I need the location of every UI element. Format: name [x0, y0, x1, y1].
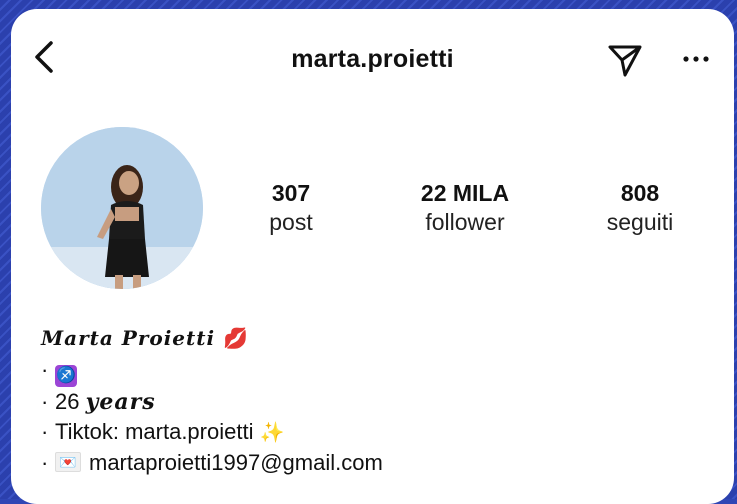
more-options-button[interactable] [678, 41, 718, 77]
profile-bio: Marta Proietti 💋 · ♐ · 26 years · Tiktok: m… [41, 321, 714, 477]
bullet: · [41, 389, 49, 414]
profile-card: marta.proietti 307 post 22 MILA follower… [11, 9, 734, 504]
age-word: years [85, 389, 156, 415]
avatar-photo [41, 127, 203, 289]
profile-avatar[interactable] [41, 127, 203, 289]
followers-label: follower [425, 209, 505, 235]
sparkles-icon: ✨ [259, 422, 285, 444]
bullet: · [41, 357, 49, 382]
stat-following[interactable]: 808 seguiti [565, 179, 715, 237]
send-message-button[interactable] [605, 39, 645, 79]
bio-line-age: · 26 years [41, 387, 714, 417]
bullet: · [41, 419, 49, 444]
tiktok-text: Tiktok: marta.proietti [55, 419, 254, 444]
followers-count: 22 MILA [420, 180, 510, 206]
paper-plane-icon [608, 45, 642, 77]
stat-posts[interactable]: 307 post [216, 179, 366, 237]
love-letter-icon: 💌 [55, 452, 81, 472]
following-label: seguiti [606, 209, 674, 235]
stat-followers[interactable]: 22 MILA follower [390, 179, 540, 237]
bio-display-name: Marta Proietti 💋 [41, 321, 714, 355]
following-count: 808 [620, 180, 660, 206]
posts-count: 307 [271, 180, 311, 206]
bullet: · [41, 450, 49, 475]
bio-line-email: · 💌 martaproietti1997@gmail.com [41, 448, 714, 477]
posts-label: post [269, 209, 313, 235]
ellipsis-icon [683, 56, 709, 62]
email-link[interactable]: martaproietti1997@gmail.com [89, 450, 383, 475]
sagittarius-icon: ♐ [55, 365, 77, 387]
age-number: 26 [55, 389, 80, 414]
bio-line-tiktok: · Tiktok: marta.proietti ✨ [41, 417, 714, 448]
display-name-text: Marta Proietti [41, 326, 216, 350]
kiss-lips-icon: 💋 [223, 326, 249, 350]
bio-line-sign: · ♐ [41, 355, 714, 387]
